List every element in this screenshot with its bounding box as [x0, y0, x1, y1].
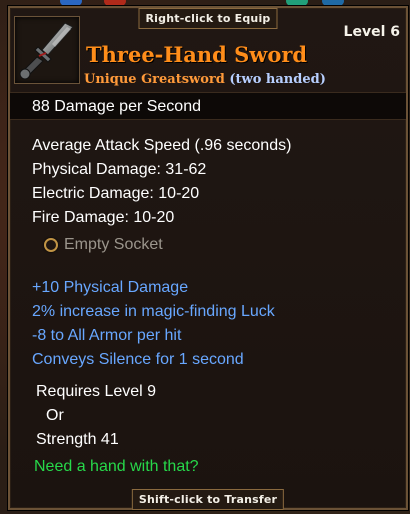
base-stats: Average Attack Speed (.96 seconds) Physi…	[32, 134, 291, 230]
item-level: Level 6	[343, 24, 400, 40]
modifier-line: 2% increase in magic-finding Luck	[32, 303, 275, 320]
item-type: Unique Greatsword (two handed)	[84, 72, 326, 87]
socket-label: Empty Socket	[64, 236, 163, 253]
item-tooltip: Right-click to Equip Three-Hand Sword Un…	[8, 6, 408, 510]
stat-line: Physical Damage: 31-62	[32, 161, 207, 178]
requirements: Requires Level 9 Or Strength 41	[36, 380, 156, 452]
stat-line: Fire Damage: 10-20	[32, 209, 175, 226]
greatsword-icon	[14, 16, 80, 84]
flavor-text: Need a hand with that?	[34, 458, 199, 475]
requirement-level: Requires Level 9	[36, 383, 157, 400]
transfer-hint: Shift-click to Transfer	[131, 489, 285, 510]
socket-ring-icon	[44, 238, 58, 252]
dps-value: 88 Damage per Second	[32, 98, 201, 115]
modifier-line: Conveys Silence for 1 second	[32, 351, 244, 368]
requirement-strength: Strength 41	[36, 431, 119, 448]
socket-row: Empty Socket	[44, 236, 163, 254]
modifier-line: -8 to All Armor per hit	[32, 327, 182, 344]
item-rarity-type: Unique Greatsword	[84, 72, 225, 87]
stat-line: Electric Damage: 10-20	[32, 185, 200, 202]
tooltip-header: Three-Hand Sword Unique Greatsword (two …	[10, 14, 406, 92]
item-handedness: (two handed)	[229, 72, 326, 87]
requirement-or: Or	[46, 407, 64, 424]
stat-line: Average Attack Speed (.96 seconds)	[32, 137, 292, 154]
modifier-line: +10 Physical Damage	[32, 279, 189, 296]
dps-bar: 88 Damage per Second	[10, 92, 406, 120]
magic-modifiers: +10 Physical Damage 2% increase in magic…	[32, 276, 275, 372]
item-name: Three-Hand Sword	[86, 42, 308, 67]
